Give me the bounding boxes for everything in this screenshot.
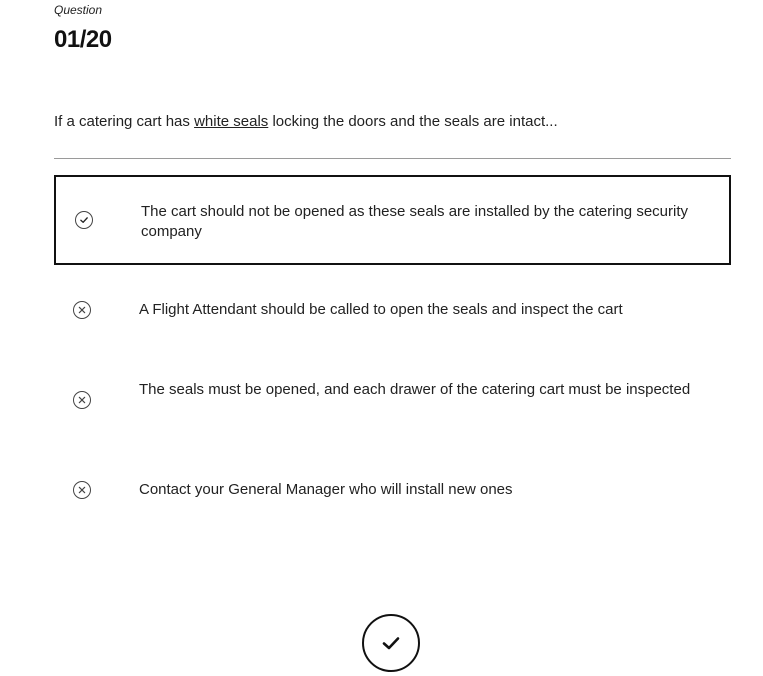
answer-option-label: Contact your General Manager who will in… [139,481,513,498]
prompt-prefix: If a catering cart has [54,113,195,130]
x-circle-icon [73,391,91,409]
answer-option-1[interactable]: The cart should not be opened as these s… [54,175,731,265]
x-circle-icon [73,301,91,319]
x-circle-icon [73,481,91,499]
question-label: Question [54,3,103,17]
question-prompt: If a catering cart has white seals locki… [54,113,558,130]
divider [54,158,731,159]
submit-answer-button[interactable] [362,614,420,672]
answer-option-3[interactable]: The seals must be opened, and each drawe… [54,355,731,445]
answer-option-4[interactable]: Contact your General Manager who will in… [54,445,731,535]
question-number: 01/20 [54,26,112,53]
prompt-suffix: locking the doors and the seals are inta… [268,113,558,130]
prompt-underlined: white seals [194,113,269,130]
check-circle-icon [75,211,93,229]
answer-option-2[interactable]: A Flight Attendant should be called to o… [54,265,731,355]
answer-option-label: The seals must be opened, and each drawe… [139,381,691,398]
checkmark-icon [382,637,400,650]
answer-option-label: The cart should not be opened as these s… [141,203,688,240]
answer-option-label: A Flight Attendant should be called to o… [139,301,623,318]
